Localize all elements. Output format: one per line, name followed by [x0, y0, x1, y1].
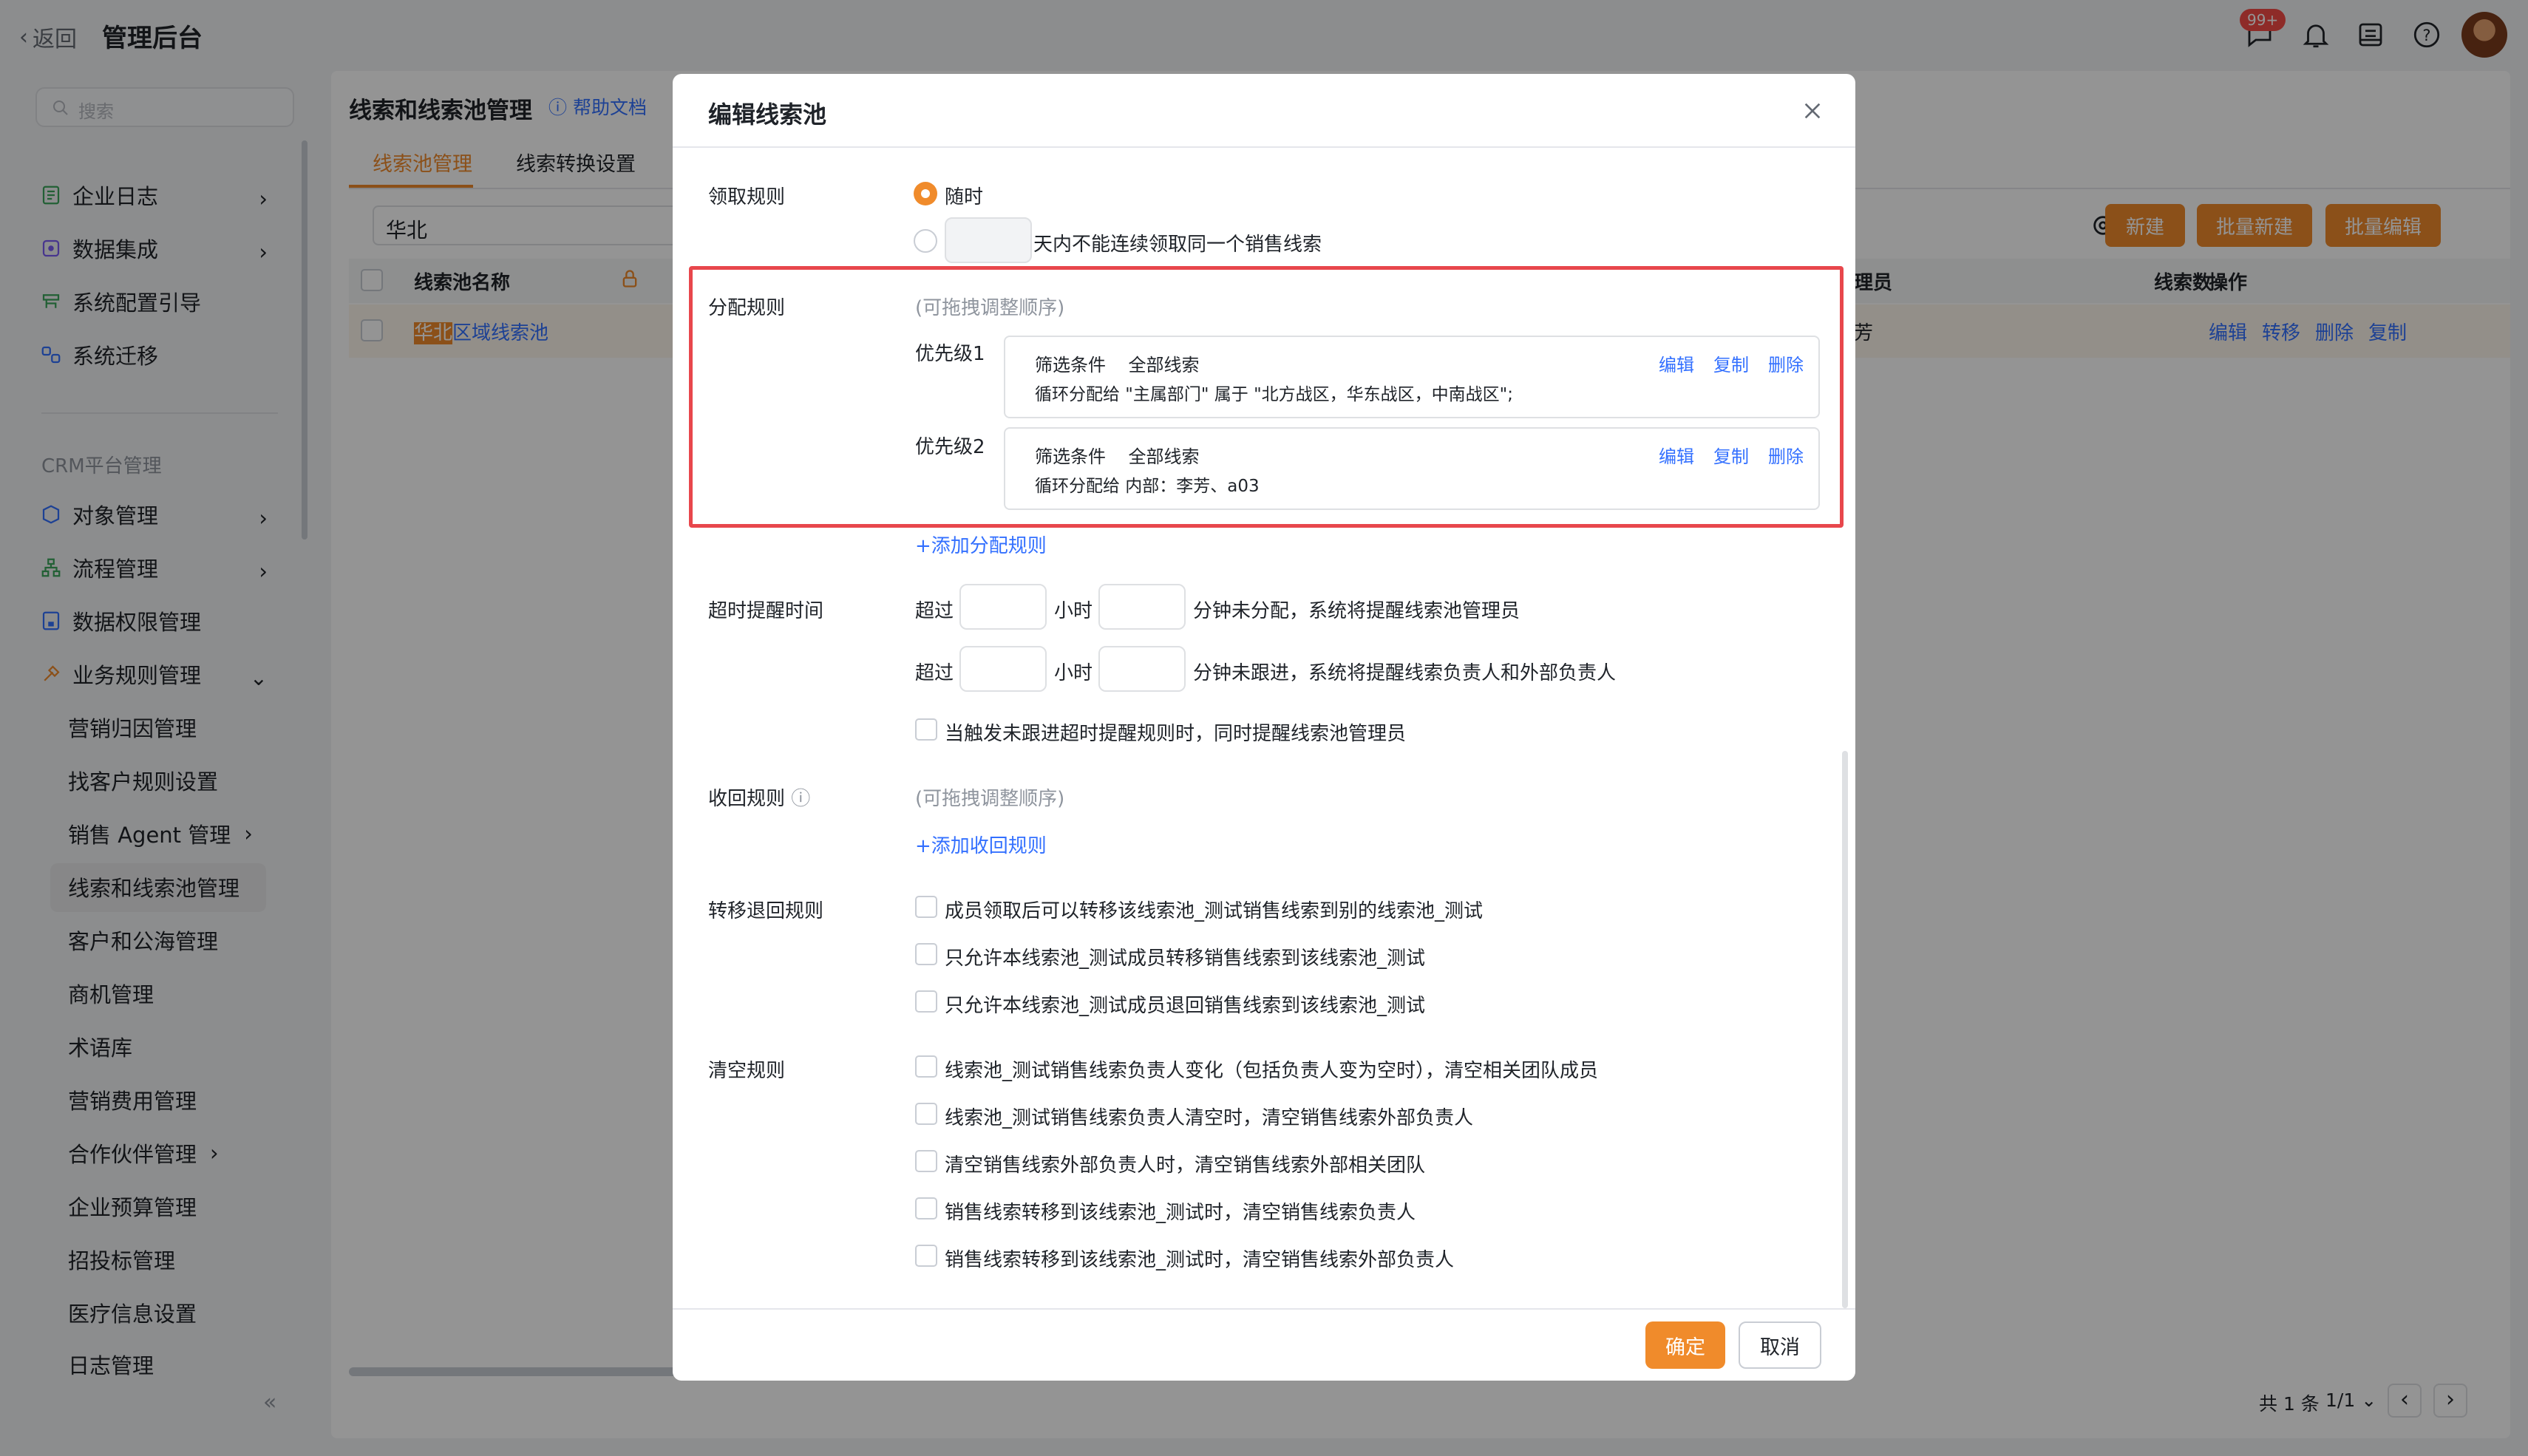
priority-1-card[interactable]: 筛选条件 全部线索 循环分配给 "主属部门" 属于 "北方战区，华东战区，中南战… [1004, 336, 1820, 418]
hour-label: 小时 [1054, 600, 1093, 622]
claim-days-input[interactable] [945, 217, 1032, 263]
unfollowed-minutes-input[interactable] [1098, 646, 1186, 692]
priority-1-delete-link[interactable]: 删除 [1768, 350, 1804, 376]
notify-admin-label: 当触发未跟进超时提醒规则时，同时提醒线索池管理员 [945, 723, 1407, 745]
edit-pool-dialog: 编辑线索池 领取规则 随时 天内不能连续领取同一个销售线索 分配规则 (可拖拽调… [673, 74, 1855, 1381]
hour-label: 小时 [1054, 662, 1093, 684]
priority-2-delete-link[interactable]: 删除 [1768, 442, 1804, 468]
priority-2-edit-link[interactable]: 编辑 [1659, 442, 1694, 468]
priority-1-copy-link[interactable]: 复制 [1713, 350, 1749, 376]
over-label: 超过 [915, 600, 954, 622]
question-icon[interactable]: ⓘ [791, 788, 810, 810]
clear-option-4-label: 销售线索转移到该线索池_测试时，清空销售线索负责人 [945, 1202, 1416, 1224]
add-assign-rule-link[interactable]: +添加分配规则 [915, 531, 1047, 558]
cancel-button[interactable]: 取消 [1739, 1321, 1821, 1369]
transfer-option-2-checkbox[interactable] [915, 943, 937, 965]
unassigned-hours-input[interactable] [959, 584, 1047, 630]
assign-rule-label: 分配规则 [708, 297, 786, 319]
clear-option-3-checkbox[interactable] [915, 1150, 937, 1172]
clear-option-2-label: 线索池_测试销售线索负责人清空时，清空销售线索外部负责人 [945, 1107, 1474, 1129]
add-recycle-rule-link[interactable]: +添加收回规则 [915, 831, 1047, 858]
dialog-header-divider [673, 146, 1855, 148]
claim-anytime-label: 随时 [945, 186, 984, 208]
clear-option-5-checkbox[interactable] [915, 1245, 937, 1267]
priority-2-copy-link[interactable]: 复制 [1713, 442, 1749, 468]
priority-2-label: 优先级2 [915, 436, 985, 458]
claim-rule-label: 领取规则 [708, 186, 786, 208]
over-label: 超过 [915, 662, 954, 684]
unassigned-minutes-input[interactable] [1098, 584, 1186, 630]
claim-anytime-radio[interactable] [914, 182, 937, 205]
priority-1-assign-text: 循环分配给 "主属部门" 属于 "北方战区，华东战区，中南战区"; [1035, 385, 1513, 404]
recycle-rule-label: 收回规则 ⓘ [708, 788, 811, 810]
timeout-line2-text: 分钟未跟进，系统将提醒线索负责人和外部负责人 [1193, 662, 1617, 684]
dialog-footer-divider [673, 1308, 1855, 1310]
confirm-button[interactable]: 确定 [1645, 1321, 1725, 1369]
transfer-option-1-label: 成员领取后可以转移该线索池_测试销售线索到别的线索池_测试 [945, 900, 1484, 922]
clear-option-5-label: 销售线索转移到该线索池_测试时，清空销售线索外部负责人 [945, 1249, 1455, 1271]
timeout-line1-text: 分钟未分配，系统将提醒线索池管理员 [1193, 600, 1520, 622]
close-icon[interactable] [1801, 99, 1824, 123]
unfollowed-hours-input[interactable] [959, 646, 1047, 692]
transfer-option-2-label: 只允许本线索池_测试成员转移销售线索到该线索池_测试 [945, 948, 1426, 970]
claim-days-radio[interactable] [914, 229, 937, 253]
clear-option-3-label: 清空销售线索外部负责人时，清空销售线索外部相关团队 [945, 1154, 1426, 1177]
recycle-drag-hint: (可拖拽调整顺序) [915, 788, 1065, 810]
transfer-option-3-checkbox[interactable] [915, 990, 937, 1013]
priority-2-card[interactable]: 筛选条件 全部线索 循环分配给 内部：李芳、a03 编辑 复制 删除 [1004, 427, 1820, 510]
assign-drag-hint: (可拖拽调整顺序) [915, 297, 1065, 319]
dialog-scrollbar[interactable] [1842, 751, 1848, 1308]
clear-option-1-label: 线索池_测试销售线索负责人变化（包括负责人变为空时），清空相关团队成员 [945, 1060, 1599, 1082]
clear-option-1-checkbox[interactable] [915, 1055, 937, 1078]
transfer-rule-label: 转移退回规则 [708, 900, 824, 922]
priority-1-label: 优先级1 [915, 343, 985, 365]
notify-admin-checkbox[interactable] [915, 718, 937, 741]
clear-option-4-checkbox[interactable] [915, 1197, 937, 1219]
clear-option-2-checkbox[interactable] [915, 1103, 937, 1125]
timeout-label: 超时提醒时间 [708, 600, 824, 622]
transfer-option-1-checkbox[interactable] [915, 896, 937, 918]
clear-rule-label: 清空规则 [708, 1060, 786, 1082]
transfer-option-3-label: 只允许本线索池_测试成员退回销售线索到该线索池_测试 [945, 995, 1426, 1017]
claim-days-suffix: 天内不能连续领取同一个销售线索 [1033, 234, 1322, 256]
priority-1-edit-link[interactable]: 编辑 [1659, 350, 1694, 376]
priority-2-assign-text: 循环分配给 内部：李芳、a03 [1035, 477, 1260, 496]
dialog-title: 编辑线索池 [708, 101, 827, 129]
